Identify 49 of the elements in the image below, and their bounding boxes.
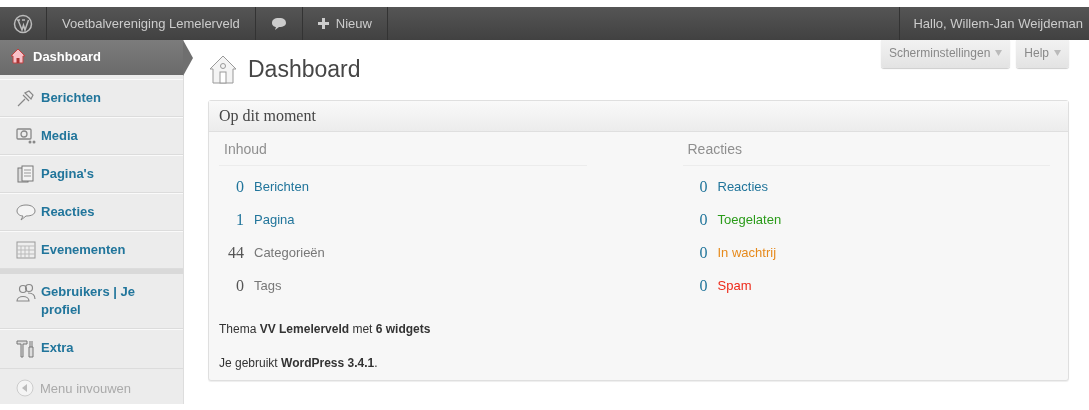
calendar-icon [16, 241, 36, 259]
stat-link[interactable]: In wachtrij [717, 245, 777, 260]
count-link[interactable]: 1 [219, 210, 244, 229]
count-text: 0 [235, 276, 244, 295]
stat-link[interactable]: Reacties [717, 179, 769, 194]
speech-bubble-icon[interactable] [270, 16, 287, 31]
stat-label: Tags [254, 278, 282, 293]
plus-icon [317, 18, 329, 29]
stat-link[interactable]: Spam [717, 278, 752, 293]
users-icon [16, 283, 36, 303]
camera-music-icon [16, 127, 36, 145]
dropdown-caret-icon [995, 50, 1003, 56]
section-heading: Reacties [687, 141, 742, 157]
sidebar-menu-item[interactable]: Pagina's [0, 155, 183, 193]
greeting-link[interactable]: Hallo, Willem-Jan Weijdeman [913, 16, 1083, 31]
sidebar-menu-item[interactable]: Berichten [0, 79, 183, 117]
house-icon [208, 54, 238, 84]
page-title: Dashboard [248, 55, 361, 83]
tools-icon [16, 339, 36, 359]
section-heading: Inhoud [224, 141, 267, 157]
theme-text: Thema VV Lemelerveld met 6 widgets [219, 322, 431, 336]
count-link[interactable]: 0 [682, 177, 708, 196]
speech-bubble-icon [16, 203, 36, 221]
stat-link[interactable]: Toegelaten [717, 212, 782, 227]
pages-icon [16, 165, 36, 183]
count-link[interactable]: 0 [219, 177, 244, 196]
panel-title: Op dit moment [219, 107, 316, 124]
sidebar-menu-item[interactable]: Extra [0, 329, 183, 369]
sidebar-menu-item[interactable]: Media [0, 117, 183, 155]
version-text: Je gebruikt WordPress 3.4.1. [219, 356, 378, 370]
count-link[interactable]: 0 [682, 243, 708, 262]
count-text: 44 [227, 243, 244, 262]
stat-link[interactable]: Pagina [254, 212, 295, 227]
screen-options-button[interactable]: Scherminstellingen [880, 40, 1011, 68]
count-link[interactable]: 0 [682, 276, 708, 295]
dropdown-caret-icon [1054, 50, 1061, 56]
sidebar-menu-item[interactable]: Reacties [0, 193, 183, 231]
pushpin-icon [16, 89, 36, 107]
house-icon [10, 48, 26, 64]
site-name-link[interactable]: Voetbalvereniging Lemelerveld [62, 16, 240, 31]
screen-options-button[interactable]: Help [1016, 40, 1069, 68]
sidebar-menu-item[interactable]: Gebruikers | Je profiel [0, 269, 183, 329]
new-menu[interactable]: Nieuw [302, 7, 388, 40]
stat-link[interactable]: Berichten [254, 179, 309, 194]
count-link[interactable]: 0 [682, 210, 708, 229]
new-label: Nieuw [335, 16, 372, 31]
wordpress-logo-icon[interactable] [13, 13, 33, 34]
sidebar-menu-item[interactable]: Evenementen [0, 231, 183, 269]
stat-label: Categorieën [254, 245, 325, 260]
